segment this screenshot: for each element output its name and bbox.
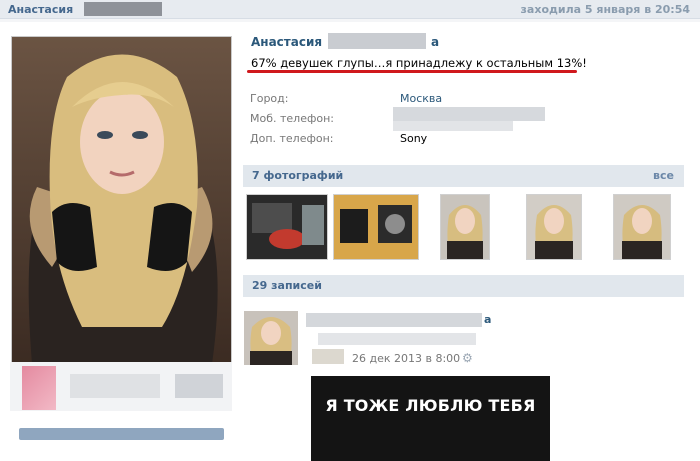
post-date[interactable]: 26 дек 2013 в 8:00 [352,352,460,365]
photo-thumb-3-image [441,195,489,259]
photo-thumb-3[interactable] [440,194,490,260]
info-label-mobile: Моб. телефон: [250,112,335,125]
posts-section-title[interactable]: 29 записей [252,279,322,292]
photo-thumb-2-image [334,195,418,259]
profile-name: Анастасия [251,35,323,49]
profile-status[interactable]: 67% девушек глупы…я принадлежу к остальн… [251,56,587,70]
last-seen-status: заходила 5 января в 20:54 [520,3,690,16]
photo-thumb-5[interactable] [613,194,671,260]
photo-thumb-1-image [247,195,327,259]
photo-thumb-4[interactable] [526,194,582,260]
send-message-button[interactable] [19,428,224,440]
header-name-blurred [84,2,162,16]
info-label-city: Город: [250,92,289,105]
photos-all-link[interactable]: все [653,169,674,182]
info-value-city[interactable]: Москва [400,92,442,105]
blurred-widget-text [70,374,160,398]
profile-surname-tail: а [431,35,440,49]
blurred-widget-image [22,366,56,410]
photo-thumb-5-image [614,195,670,259]
photos-section-header: 7 фотографий все [243,165,684,187]
photo-thumb-1[interactable] [246,194,328,260]
mobile-phone-blurred [393,107,545,121]
post-author-avatar-image [244,311,298,365]
header-user-name[interactable]: Анастасия [8,3,73,16]
profile-photo-image [12,37,231,364]
post-attachment-icon-blurred [312,349,344,364]
top-header-bar: Анастасия заходила 5 января в 20:54 [0,0,700,19]
info-label-extra-phone: Доп. телефон: [250,132,334,145]
posts-section-header: 29 записей [243,275,684,297]
post-subtitle-blurred [318,333,476,345]
photo-thumb-4-image [527,195,581,259]
info-value-extra-phone: Sony [400,132,428,145]
profile-surname-blurred [328,33,426,49]
photo-thumb-2[interactable] [333,194,419,260]
post-author-avatar[interactable] [244,311,298,365]
mobile-phone-blurred-2 [393,121,513,131]
blurred-widget-count [175,374,223,398]
gear-icon[interactable]: ⚙ [462,351,473,365]
post-author-name-blurred [306,313,482,327]
post-image[interactable]: Я ТОЖЕ ЛЮБЛЮ ТЕБЯ [311,376,550,461]
post-author-name-tail[interactable]: а [484,313,491,326]
status-red-underline [247,70,577,73]
photos-section-title[interactable]: 7 фотографий [252,169,343,182]
profile-photo[interactable] [11,36,232,365]
post-image-caption: Я ТОЖЕ ЛЮБЛЮ ТЕБЯ [325,396,536,415]
